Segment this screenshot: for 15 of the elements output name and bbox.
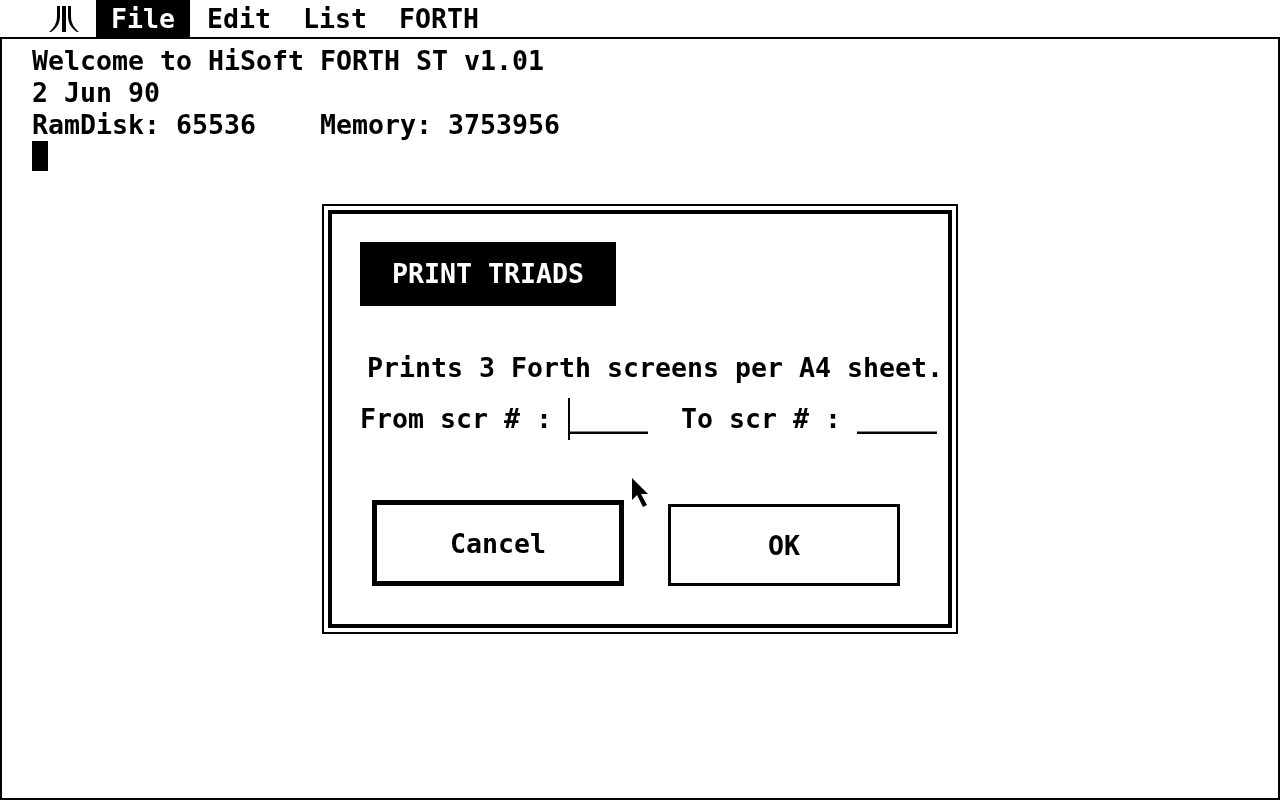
field-label: To scr # : [681,403,842,435]
dialog-message: Prints 3 Forth screens per A4 sheet. [367,352,944,384]
mouse-pointer-icon [632,478,650,507]
text-cursor-icon [568,398,571,440]
field-label: From scr # : [360,403,553,435]
fill-in-line[interactable]: _____ [857,403,938,435]
console-line: 2 Jun 90 [32,77,161,109]
console-line: RamDisk: 65536 Memory: 3753956 [32,109,562,141]
menu-item[interactable]: File [96,0,190,37]
dialog-button[interactable]: OK [668,504,900,586]
fill-in-line[interactable]: _____ [568,403,649,435]
three-prong-logo-icon[interactable] [49,5,79,32]
dialog-title: PRINT TRIADS [360,242,617,306]
dialog-button[interactable]: Cancel [372,500,624,586]
console-line: Welcome to HiSoft FORTH ST v1.01 [32,45,546,77]
